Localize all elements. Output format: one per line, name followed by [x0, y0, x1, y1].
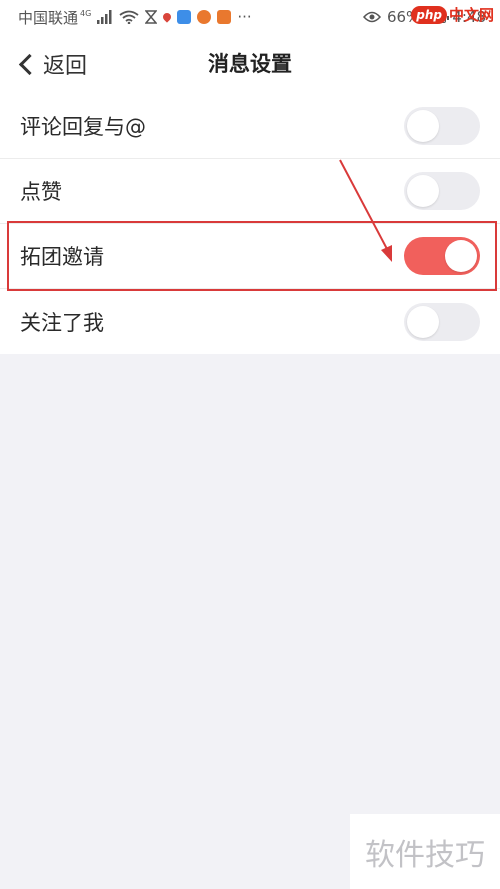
setting-label: 评论回复与@ — [20, 115, 146, 139]
setting-label: 拓团邀请 — [20, 245, 104, 269]
status-left: 中国联通 4G ··· — [18, 7, 252, 28]
settings-list: 评论回复与@ 点赞 拓团邀请 关注了我 — [0, 94, 500, 354]
wifi-icon — [119, 10, 139, 24]
eye-icon — [362, 11, 381, 23]
location-pin-icon — [161, 11, 173, 23]
carrier-label: 中国联通 — [18, 8, 79, 27]
likes-toggle[interactable] — [404, 172, 480, 210]
more-icon: ··· — [237, 8, 252, 26]
network-type: 4G — [80, 8, 92, 18]
watermark-text: 中文网 — [448, 6, 494, 24]
followed-me-toggle[interactable] — [404, 302, 480, 341]
comment-reply-toggle[interactable] — [404, 107, 480, 145]
setting-row-group-invite: 拓团邀请 — [0, 224, 500, 289]
setting-row-followed-me: 关注了我 — [0, 289, 500, 354]
toggle-knob — [407, 305, 439, 338]
app-notification-icon — [197, 10, 212, 24]
bottom-watermark: 软件技巧 — [350, 814, 500, 889]
back-button[interactable]: 返回 — [16, 34, 87, 94]
app-notification-icon — [177, 10, 192, 24]
toggle-knob — [407, 110, 439, 142]
setting-row-likes: 点赞 — [0, 159, 500, 224]
setting-label: 关注了我 — [20, 310, 104, 335]
toggle-knob — [445, 240, 477, 272]
group-invite-toggle[interactable] — [404, 237, 480, 275]
site-watermark: php 中文网 — [411, 4, 494, 25]
toggle-knob — [407, 175, 439, 207]
signal-icon — [97, 10, 113, 24]
setting-label: 点赞 — [20, 180, 62, 204]
back-label: 返回 — [43, 54, 88, 79]
hourglass-icon — [145, 10, 158, 24]
chevron-left-icon — [18, 53, 41, 75]
app-notification-icon — [217, 10, 232, 24]
setting-row-comment-reply: 评论回复与@ — [0, 94, 500, 159]
watermark-badge: php — [411, 5, 447, 24]
nav-bar: 返回 消息设置 — [0, 34, 500, 94]
